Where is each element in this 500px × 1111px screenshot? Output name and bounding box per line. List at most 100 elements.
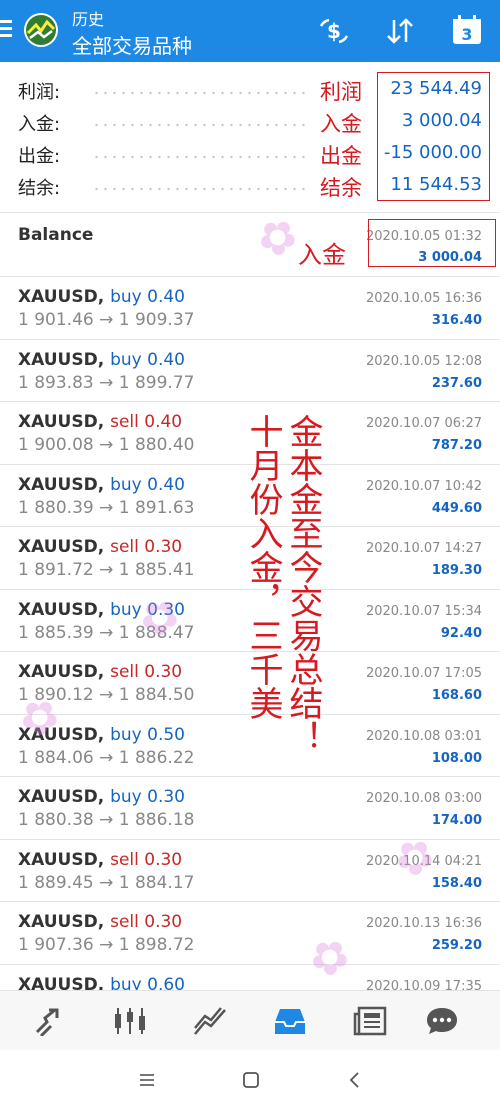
trade-date: 2020.10.08 03:01 <box>365 728 482 744</box>
dotted-leader <box>92 92 307 94</box>
chat-icon[interactable] <box>422 1003 462 1039</box>
dotted-leader <box>92 156 307 158</box>
trade-side: buy 0.40 <box>110 474 185 495</box>
table-row[interactable]: XAUUSD, sell 0.30 1 907.36 → 1 898.72 20… <box>0 902 500 965</box>
trade-date: 2020.10.07 06:27 <box>365 416 482 431</box>
trade-profit: 108.00 <box>431 750 482 766</box>
trade-prices: 1 900.08 → 1 880.40 <box>18 435 195 455</box>
recent-apps-icon[interactable] <box>132 1068 162 1092</box>
trade-date: 2020.10.08 03:00 <box>365 791 482 806</box>
trade-symbol: XAUUSD, sell 0.40 <box>18 412 183 432</box>
trade-profit: 168.60 <box>431 688 482 703</box>
dotted-leader <box>92 124 307 126</box>
trade-prices: 1 885.39 → 1 888.47 <box>18 622 195 643</box>
trade-date: 2020.10.07 14:27 <box>365 541 482 556</box>
trade-side: buy 0.30 <box>110 599 185 620</box>
table-row[interactable]: XAUUSD, buy 0.40 1 893.83 → 1 899.77 202… <box>0 340 500 402</box>
annotation-box <box>377 72 490 201</box>
trade-icon[interactable] <box>30 1003 70 1039</box>
trade-profit: 449.60 <box>431 500 482 516</box>
summary-annotation: 结余 <box>320 176 362 200</box>
system-navigation-bar <box>0 1050 500 1111</box>
summary-annotation: 出金 <box>320 144 362 168</box>
trade-profit: 237.60 <box>431 375 482 391</box>
annotation-left-column: 十月份入金，三千美 <box>243 414 283 720</box>
trade-symbol: XAUUSD, sell 0.30 <box>18 849 183 870</box>
trade-prices: 1 890.12 → 1 884.50 <box>18 685 195 705</box>
trade-side: buy 0.30 <box>110 787 185 807</box>
menu-icon[interactable] <box>0 20 14 40</box>
table-row[interactable]: XAUUSD, buy 0.60 2020.10.09 17:35 <box>0 965 500 991</box>
trade-date: 2020.10.07 15:34 <box>365 603 482 619</box>
trade-profit: 92.40 <box>440 625 482 641</box>
app-header: 历史 全部交易品种 $ 3 <box>0 0 500 62</box>
table-row[interactable]: XAUUSD, buy 0.30 1 880.38 → 1 886.18 202… <box>0 777 500 840</box>
annotation-box <box>368 219 496 267</box>
trade-symbol: XAUUSD, sell 0.30 <box>18 912 183 932</box>
trade-prices: 1 884.06 → 1 886.22 <box>18 747 195 768</box>
trade-symbol: XAUUSD, buy 0.50 <box>18 724 185 745</box>
trade-symbol: XAUUSD, sell 0.30 <box>18 537 183 557</box>
trade-side: sell 0.30 <box>110 912 183 932</box>
trade-prices: 1 889.45 → 1 884.17 <box>18 872 195 893</box>
trade-date: 2020.10.05 12:08 <box>365 353 482 369</box>
home-icon[interactable] <box>236 1068 266 1092</box>
back-icon[interactable] <box>340 1068 370 1092</box>
summary-label: 利润: <box>18 82 61 103</box>
trade-profit: 189.30 <box>431 563 482 578</box>
header-subtitle: 历史 <box>72 10 105 29</box>
trade-date: 2020.10.05 16:36 <box>365 291 482 306</box>
trade-side: sell 0.30 <box>110 662 183 682</box>
trade-side: sell 0.30 <box>110 849 183 870</box>
trade-symbol: XAUUSD, buy 0.30 <box>18 787 185 807</box>
table-row[interactable]: XAUUSD, sell 0.30 1 889.45 → 1 884.17 20… <box>0 840 500 902</box>
trade-date: 2020.10.13 16:36 <box>365 916 482 931</box>
trade-symbol: XAUUSD, buy 0.40 <box>18 474 185 495</box>
deposit-withdraw-icon[interactable]: $ <box>316 14 352 48</box>
dotted-leader <box>92 188 307 190</box>
trade-prices: 1 907.36 → 1 898.72 <box>18 935 195 955</box>
trade-profit: 787.20 <box>431 438 482 453</box>
trade-side: buy 0.40 <box>110 349 185 370</box>
trade-profit: 158.40 <box>431 875 482 891</box>
header-title[interactable]: 全部交易品种 <box>72 30 192 59</box>
history-icon[interactable] <box>270 1003 310 1039</box>
sort-icon[interactable] <box>382 14 418 48</box>
calendar-icon[interactable]: 3 <box>451 14 483 46</box>
trade-symbol: XAUUSD, sell 0.30 <box>18 662 183 682</box>
trade-profit: 259.20 <box>431 938 482 953</box>
trade-symbol: XAUUSD, buy 0.60 <box>18 975 185 991</box>
trade-date: 2020.10.14 04:21 <box>365 853 482 869</box>
trade-side: sell 0.40 <box>110 412 183 432</box>
trade-side: buy 0.50 <box>110 724 185 745</box>
bottom-navigation <box>0 990 500 1051</box>
trade-profit: 174.00 <box>431 813 482 828</box>
news-icon[interactable] <box>350 1003 390 1039</box>
summary-label: 出金: <box>18 146 61 167</box>
summary-annotation: 入金 <box>320 112 362 136</box>
trade-prices: 1 891.72 → 1 885.41 <box>18 560 195 580</box>
summary-panel: 利润: 利润 23 544.49 入金: 入金 3 000.04 出金: 出金 … <box>0 62 500 213</box>
trade-side: buy 0.40 <box>110 287 185 307</box>
trade-symbol: XAUUSD, buy 0.40 <box>18 349 185 370</box>
annotation-right-column: 金本金至今交易总结！ <box>283 414 323 754</box>
svg-text:$: $ <box>327 19 341 43</box>
quotes-chart-icon[interactable] <box>110 1003 150 1039</box>
trade-date: 2020.10.09 17:35 <box>365 978 482 991</box>
balance-label: Balance <box>18 225 94 245</box>
trade-symbol: XAUUSD, buy 0.40 <box>18 287 185 307</box>
app-logo-icon <box>24 13 58 47</box>
trade-profit: 316.40 <box>431 313 482 328</box>
trade-date: 2020.10.07 17:05 <box>365 666 482 681</box>
balance-row[interactable]: Balance 入金 2020.10.05 01:32 3 000.04 <box>0 213 500 277</box>
trade-prices: 1 893.83 → 1 899.77 <box>18 372 195 393</box>
summary-label: 入金: <box>18 114 61 135</box>
trade-symbol: XAUUSD, buy 0.30 <box>18 599 185 620</box>
table-row[interactable]: XAUUSD, buy 0.40 1 901.46 → 1 909.37 202… <box>0 277 500 340</box>
summary-label: 结余: <box>18 178 61 199</box>
chart-icon[interactable] <box>190 1003 230 1039</box>
calendar-day: 3 <box>461 25 473 44</box>
trade-side: buy 0.60 <box>110 974 185 991</box>
summary-annotation: 利润 <box>320 80 362 104</box>
trade-prices: 1 880.39 → 1 891.63 <box>18 497 195 518</box>
